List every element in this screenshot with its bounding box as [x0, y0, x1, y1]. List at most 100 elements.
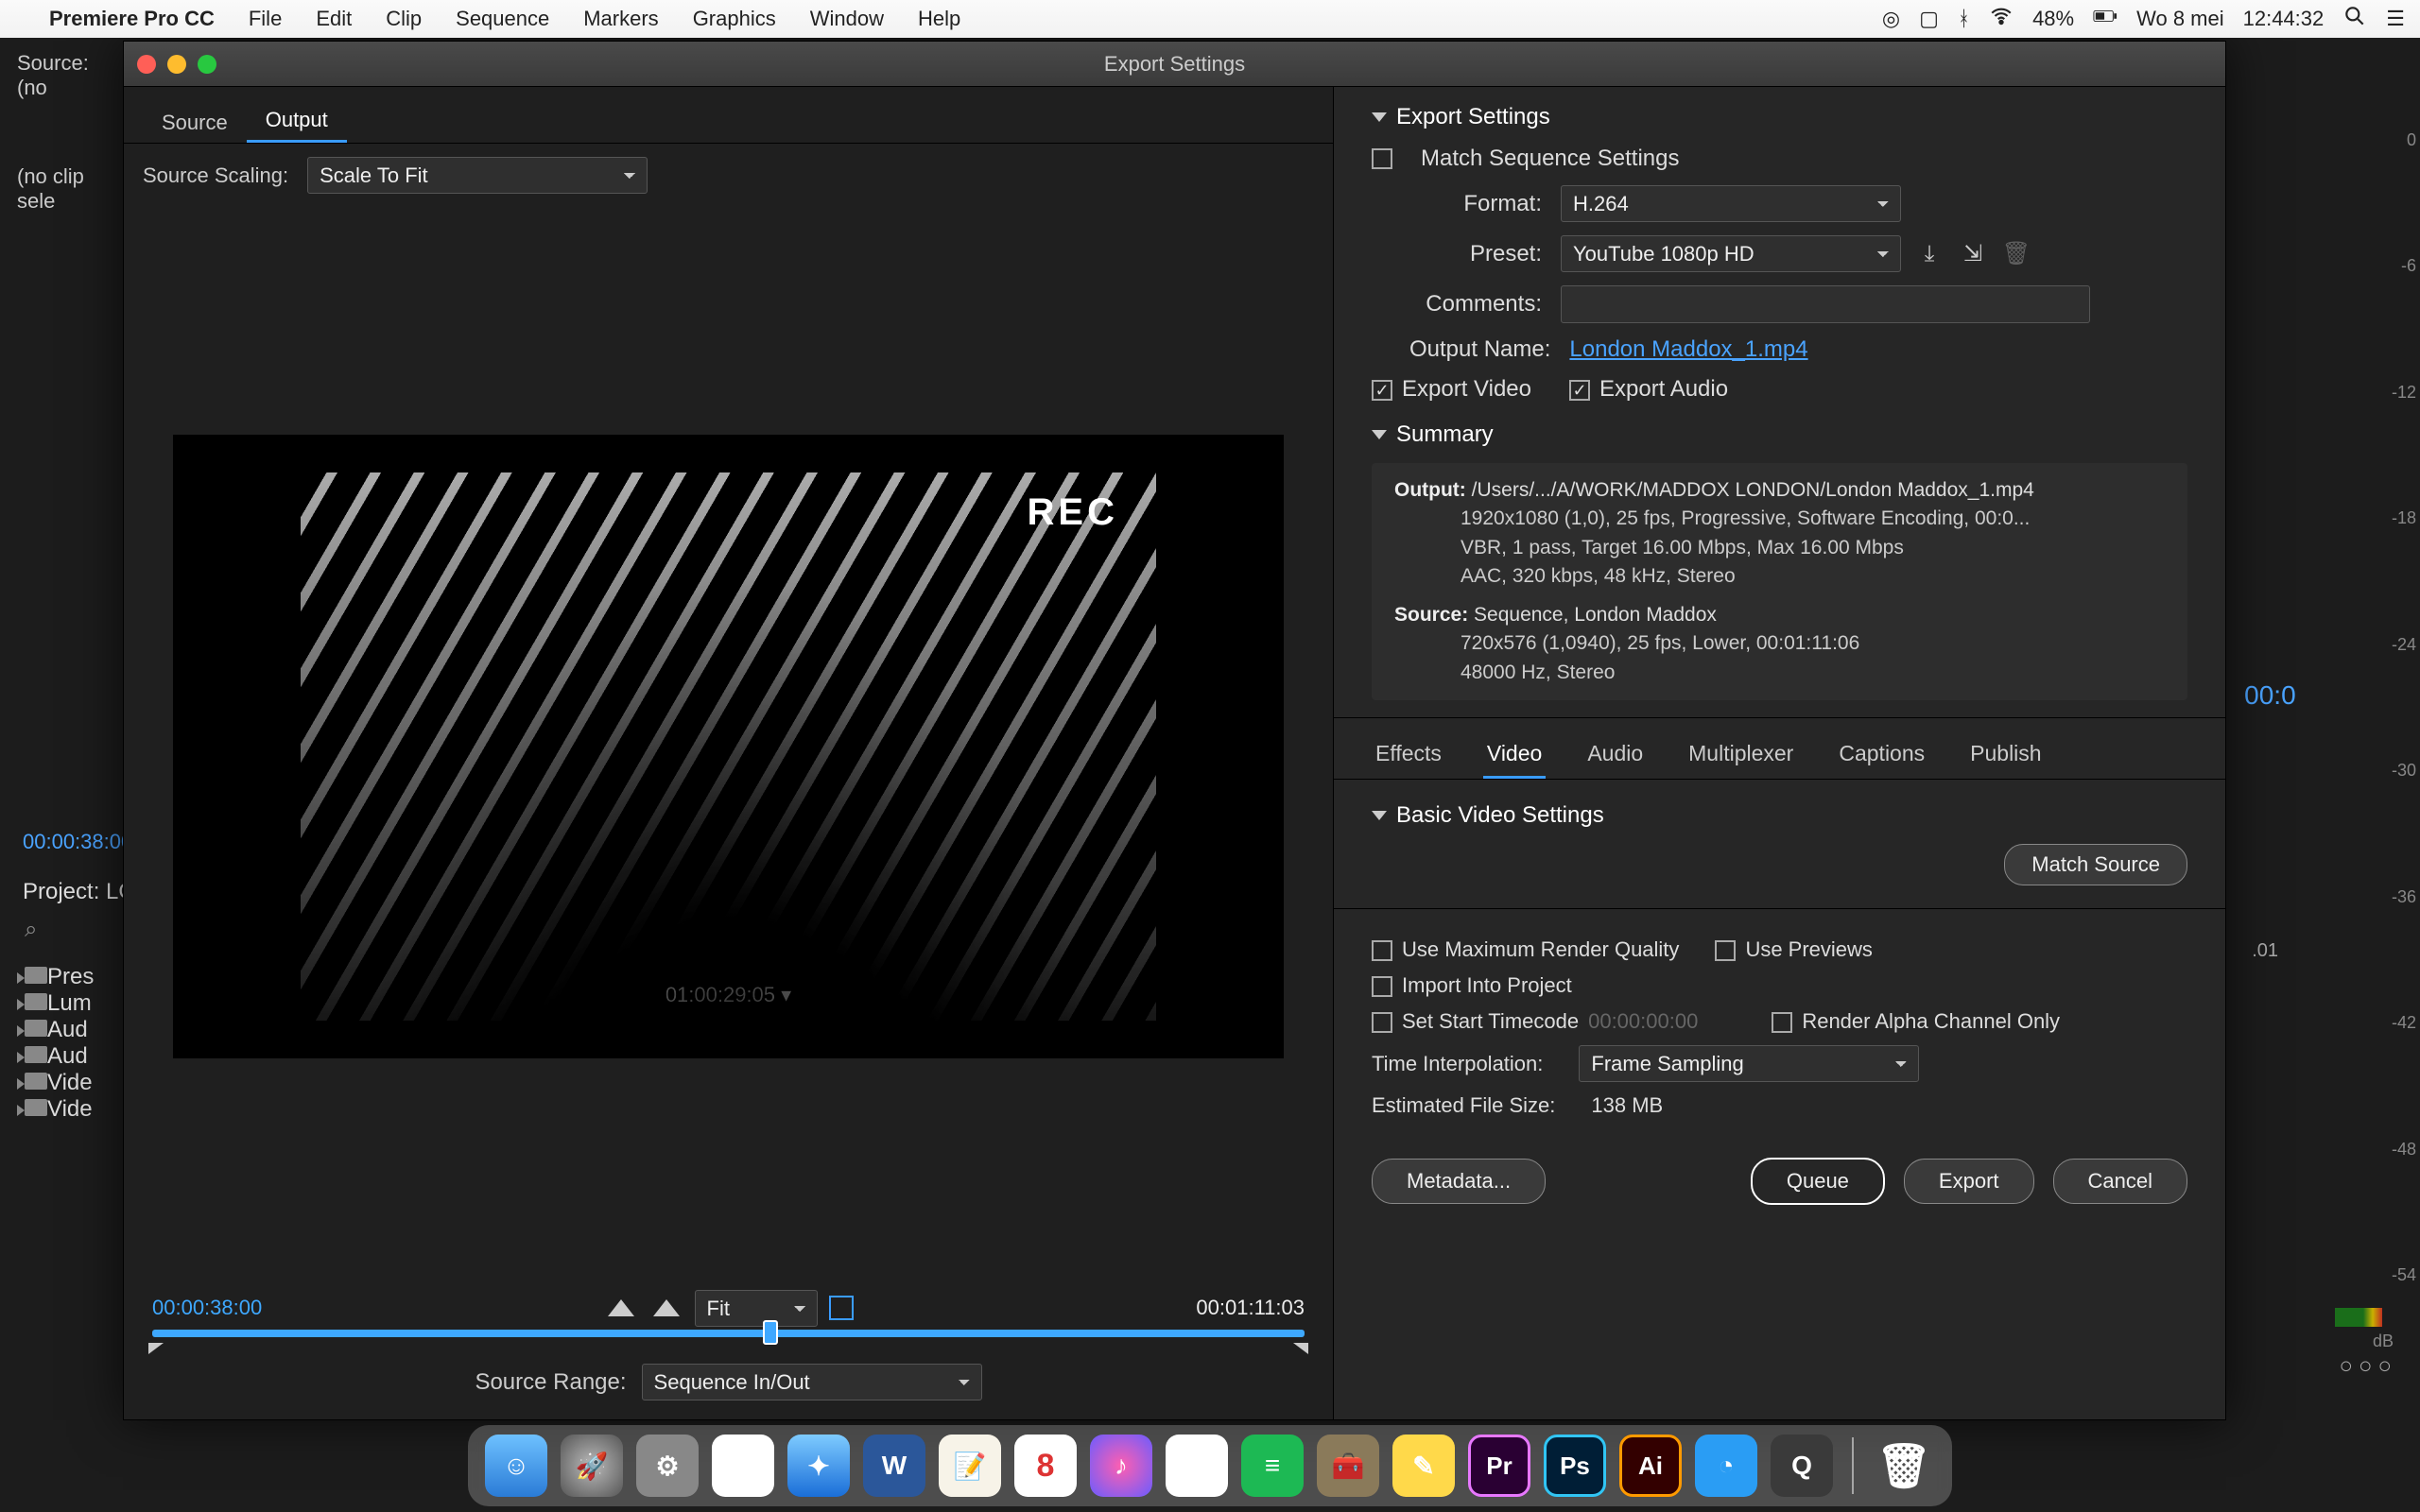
use-previews-checkbox[interactable] — [1715, 940, 1736, 961]
preview-viewport[interactable]: REC 01:00:29:05 ▾ — [173, 435, 1284, 1058]
source-scaling-select[interactable]: Scale To Fit — [307, 157, 648, 194]
dock-app-photos[interactable]: ✿ — [1166, 1435, 1228, 1497]
window-minimize-button[interactable] — [167, 55, 186, 74]
render-alpha-checkbox[interactable] — [1772, 1012, 1792, 1033]
save-preset-icon[interactable]: ⤓ — [1914, 239, 1945, 269]
preset-select[interactable]: YouTube 1080p HD — [1561, 235, 1901, 272]
metadata-button[interactable]: Metadata... — [1372, 1159, 1546, 1204]
tab-captions[interactable]: Captions — [1835, 731, 1928, 779]
out-timecode[interactable]: 00:01:11:03 — [1196, 1296, 1305, 1320]
tab-output[interactable]: Output — [247, 100, 347, 143]
tab-effects[interactable]: Effects — [1372, 731, 1445, 779]
format-select[interactable]: H.264 — [1561, 185, 1901, 222]
tab-multiplexer[interactable]: Multiplexer — [1685, 731, 1797, 779]
zoom-fit-select[interactable]: Fit — [695, 1290, 818, 1327]
disclosure-triangle-icon[interactable] — [17, 999, 25, 1010]
cancel-button[interactable]: Cancel — [2053, 1159, 2187, 1204]
menu-icon[interactable]: ☰ — [2386, 7, 2405, 31]
window-close-button[interactable] — [137, 55, 156, 74]
tab-audio[interactable]: Audio — [1583, 731, 1647, 779]
start-timecode-value[interactable]: 00:00:00:00 — [1588, 1009, 1698, 1033]
export-button[interactable]: Export — [1904, 1159, 2034, 1204]
menu-clip[interactable]: Clip — [369, 7, 439, 31]
import-into-project-checkbox[interactable] — [1372, 976, 1392, 997]
audio-solo-buttons[interactable]: ○○○ — [2340, 1353, 2398, 1380]
dialog-titlebar[interactable]: Export Settings — [124, 42, 2225, 87]
disclosure-triangle-icon[interactable] — [17, 1105, 25, 1116]
summary-section-header[interactable]: Summary — [1372, 421, 2187, 448]
menubar-time[interactable]: 12:44:32 — [2243, 7, 2325, 31]
tab-video[interactable]: Video — [1483, 731, 1546, 779]
disclosure-triangle-icon[interactable] — [17, 1025, 25, 1037]
dock-app-itunes[interactable]: ♪ — [1090, 1435, 1152, 1497]
dock-app-spotify[interactable]: ≡ — [1241, 1435, 1304, 1497]
project-bin[interactable]: Pres — [17, 964, 94, 990]
menu-edit[interactable]: Edit — [299, 7, 369, 31]
wifi-icon[interactable] — [1989, 4, 2014, 34]
range-slider[interactable] — [152, 1330, 1305, 1337]
dock-app-illustrator[interactable]: Ai — [1619, 1435, 1682, 1497]
creative-cloud-icon[interactable]: ◎ — [1882, 7, 1900, 31]
menu-sequence[interactable]: Sequence — [439, 7, 566, 31]
dock-app-app-blue[interactable]: ◔ — [1695, 1435, 1757, 1497]
mark-in-button[interactable] — [608, 1299, 634, 1316]
menubar-date[interactable]: Wo 8 mei — [2136, 7, 2224, 31]
mark-out-button[interactable] — [653, 1299, 680, 1316]
basic-video-settings-header[interactable]: Basic Video Settings — [1372, 802, 2187, 829]
battery-icon[interactable] — [2093, 4, 2118, 34]
import-preset-icon[interactable]: ⇲ — [1958, 239, 1988, 269]
tab-source[interactable]: Source — [143, 103, 247, 143]
menu-help[interactable]: Help — [901, 7, 977, 31]
export-settings-section-header[interactable]: Export Settings — [1372, 104, 2187, 130]
set-start-timecode-checkbox[interactable] — [1372, 1012, 1392, 1033]
match-source-button[interactable]: Match Source — [2004, 844, 2187, 885]
disclosure-triangle-icon[interactable] — [17, 1052, 25, 1063]
dock-app-photoshop[interactable]: Ps — [1544, 1435, 1606, 1497]
dock-app-quicktime[interactable]: Q — [1771, 1435, 1833, 1497]
dock-app-calendar[interactable]: 8 — [1014, 1435, 1077, 1497]
project-bin[interactable]: Aud — [17, 1043, 94, 1070]
in-point-handle[interactable] — [148, 1343, 164, 1354]
queue-button[interactable]: Queue — [1751, 1158, 1885, 1205]
dock-app-safari[interactable]: ✦ — [787, 1435, 850, 1497]
export-audio-checkbox[interactable] — [1569, 380, 1590, 401]
project-bin[interactable]: Aud — [17, 1017, 94, 1043]
disclosure-triangle-icon[interactable] — [17, 1078, 25, 1090]
window-zoom-button[interactable] — [198, 55, 216, 74]
dock-app-word[interactable]: W — [863, 1435, 925, 1497]
playhead-handle[interactable] — [763, 1320, 778, 1345]
spotlight-icon[interactable] — [2342, 4, 2367, 34]
output-name-link[interactable]: London Maddox_1.mp4 — [1569, 336, 1807, 363]
dock-app-safari-settings[interactable]: ⚙ — [636, 1435, 699, 1497]
project-bin[interactable]: Vide — [17, 1096, 94, 1123]
dock-app-launchpad[interactable]: 🚀 — [561, 1435, 623, 1497]
bluetooth-icon[interactable]: ᚼ — [1958, 7, 1970, 31]
time-interpolation-select[interactable]: Frame Sampling — [1579, 1045, 1919, 1082]
source-range-select[interactable]: Sequence In/Out — [642, 1364, 982, 1400]
out-point-handle[interactable] — [1293, 1343, 1308, 1354]
dock-app-finder[interactable]: ☺ — [485, 1435, 547, 1497]
in-timecode[interactable]: 00:00:38:00 — [152, 1296, 262, 1320]
max-render-quality-checkbox[interactable] — [1372, 940, 1392, 961]
project-bin[interactable]: Lum — [17, 990, 94, 1017]
menu-file[interactable]: File — [232, 7, 299, 31]
aspect-toggle-button[interactable] — [829, 1296, 854, 1320]
airplay-icon[interactable]: ▢ — [1919, 7, 1939, 31]
dock-app-notes-app[interactable]: 📝 — [939, 1435, 1001, 1497]
dock-app-notes[interactable]: ✎ — [1392, 1435, 1455, 1497]
menu-window[interactable]: Window — [793, 7, 901, 31]
dock-app-premiere[interactable]: Pr — [1468, 1435, 1530, 1497]
menu-graphics[interactable]: Graphics — [676, 7, 793, 31]
comments-input[interactable] — [1561, 285, 2090, 323]
app-menu[interactable]: Premiere Pro CC — [32, 7, 232, 31]
export-video-checkbox[interactable] — [1372, 380, 1392, 401]
match-sequence-checkbox[interactable] — [1372, 148, 1392, 169]
project-bin[interactable]: Vide — [17, 1070, 94, 1096]
disclosure-triangle-icon[interactable] — [17, 972, 25, 984]
project-search[interactable]: ⌕ — [17, 917, 37, 943]
dock-app-tools[interactable]: 🧰 — [1317, 1435, 1379, 1497]
dock-trash[interactable]: 🗑 — [1873, 1435, 1935, 1497]
dock-app-chrome[interactable]: ◉ — [712, 1435, 774, 1497]
menu-markers[interactable]: Markers — [566, 7, 675, 31]
tab-publish[interactable]: Publish — [1966, 731, 2045, 779]
